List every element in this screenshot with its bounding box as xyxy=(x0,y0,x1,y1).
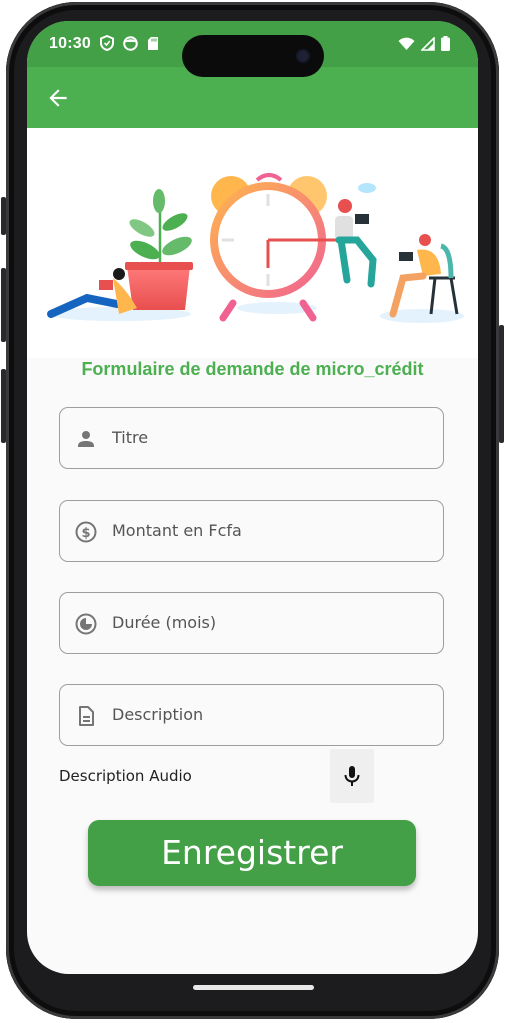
duration-field[interactable]: Durée (mois) xyxy=(59,592,444,654)
record-audio-button[interactable] xyxy=(330,749,374,803)
wifi-icon xyxy=(398,37,415,50)
status-right-icons xyxy=(398,36,450,51)
svg-text:$: $ xyxy=(81,526,90,541)
volume-up-button xyxy=(1,268,6,342)
volume-down-button xyxy=(1,369,6,443)
sd-card-icon xyxy=(148,36,158,50)
person-icon xyxy=(78,431,94,447)
micro-credit-illustration xyxy=(27,128,478,358)
app-screen: 10:30 Formulaire de demande de micro_cré… xyxy=(27,21,478,974)
status-left-icons xyxy=(100,35,159,51)
title-field[interactable]: Titre xyxy=(59,407,444,469)
microphone-icon xyxy=(344,766,360,786)
face-icon xyxy=(123,35,138,51)
mute-switch xyxy=(1,197,6,235)
front-camera xyxy=(298,51,308,61)
audio-description-label: Description Audio xyxy=(59,767,192,785)
save-button[interactable]: Enregistrer xyxy=(88,820,416,886)
amount-field[interactable]: $ Montant en Fcfa xyxy=(59,500,444,562)
dynamic-island xyxy=(182,35,324,77)
form-title: Formulaire de demande de micro_crédit xyxy=(81,359,424,379)
amount-field-placeholder: Montant en Fcfa xyxy=(112,521,242,540)
title-field-placeholder: Titre xyxy=(112,428,149,447)
shield-icon xyxy=(100,35,114,51)
dollar-circle-icon: $ xyxy=(75,521,97,543)
document-icon xyxy=(79,706,94,726)
arrow-left-icon[interactable] xyxy=(45,85,71,111)
signal-icon xyxy=(421,36,435,51)
timelapse-icon xyxy=(75,613,97,635)
home-indicator[interactable] xyxy=(193,985,314,990)
description-field[interactable]: Description xyxy=(59,684,444,746)
battery-icon xyxy=(441,36,450,51)
status-time: 10:30 xyxy=(49,35,91,52)
power-button xyxy=(499,325,504,443)
description-field-placeholder: Description xyxy=(112,705,204,724)
duration-field-placeholder: Durée (mois) xyxy=(112,613,217,632)
